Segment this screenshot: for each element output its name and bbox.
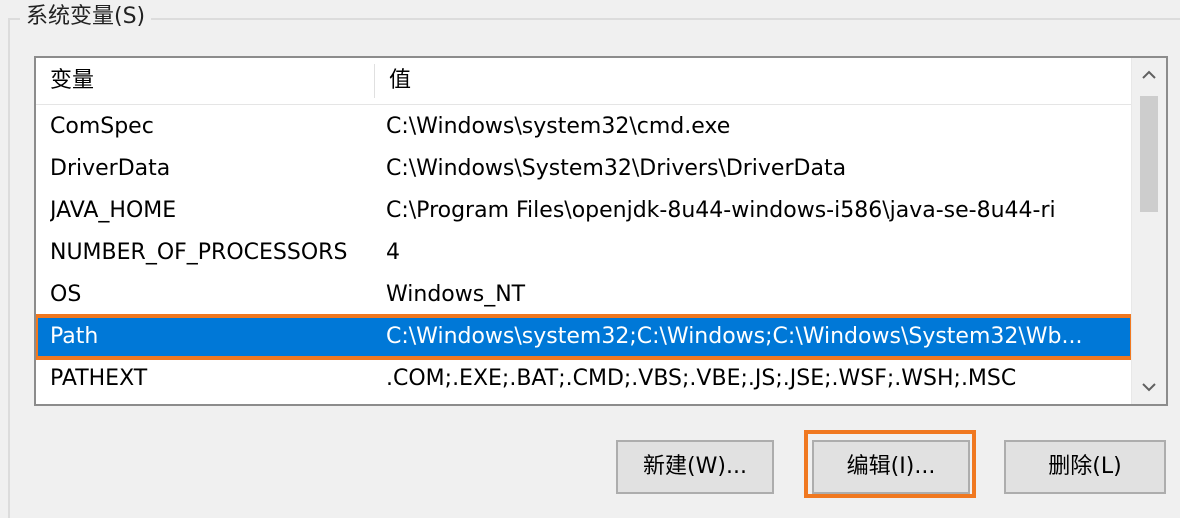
variable-value: .COM;.EXE;.BAT;.CMD;.VBS;.VBE;.JS;.JSE;.… bbox=[386, 366, 1017, 391]
variable-rows: ComSpec C:\Windows\system32\cmd.exe Driv… bbox=[36, 106, 1134, 400]
variables-listview[interactable]: 变量 值 ComSpec C:\Windows\system32\cmd.exe… bbox=[34, 56, 1168, 406]
variable-value: C:\Windows\System32\Drivers\DriverData bbox=[386, 156, 847, 181]
variable-name: JAVA_HOME bbox=[50, 198, 177, 223]
variable-value: C:\Windows\system32;C:\Windows;C:\Window… bbox=[386, 324, 1083, 349]
new-variable-button[interactable]: 新建(W)... bbox=[616, 440, 774, 494]
variable-name: DriverData bbox=[50, 156, 171, 181]
scroll-thumb[interactable] bbox=[1140, 96, 1158, 212]
table-row[interactable]: JAVA_HOME C:\Program Files\openjdk-8u44-… bbox=[36, 190, 1132, 232]
group-title: 系统变量(S) bbox=[20, 2, 152, 32]
chevron-down-icon bbox=[1142, 383, 1156, 392]
table-row[interactable]: OS Windows_NT bbox=[36, 274, 1132, 316]
vertical-scrollbar[interactable] bbox=[1131, 58, 1166, 404]
system-variables-panel: 系统变量(S) 变量 值 ComSpec C:\Windows\system32… bbox=[0, 0, 1180, 518]
variable-value: C:\Windows\system32\cmd.exe bbox=[386, 114, 731, 139]
variable-name: NUMBER_OF_PROCESSORS bbox=[50, 240, 348, 265]
variable-name: Path bbox=[50, 324, 99, 349]
edit-variable-button[interactable]: 编辑(I)... bbox=[812, 440, 970, 494]
column-header-variable[interactable]: 变量 bbox=[36, 58, 374, 104]
variable-name: ComSpec bbox=[50, 114, 154, 139]
table-row[interactable]: PATHEXT .COM;.EXE;.BAT;.CMD;.VBS;.VBE;.J… bbox=[36, 358, 1132, 400]
scroll-up-button[interactable] bbox=[1132, 58, 1166, 92]
variable-name: PATHEXT bbox=[50, 366, 148, 391]
delete-variable-button[interactable]: 删除(L) bbox=[1004, 440, 1166, 494]
variable-value: C:\Program Files\openjdk-8u44-windows-i5… bbox=[386, 198, 1056, 223]
variable-value: Windows_NT bbox=[386, 282, 526, 307]
table-row[interactable]: DriverData C:\Windows\System32\Drivers\D… bbox=[36, 148, 1132, 190]
list-header: 变量 值 bbox=[36, 58, 1132, 105]
chevron-up-icon bbox=[1142, 70, 1156, 79]
variable-value: 4 bbox=[386, 240, 400, 265]
scroll-down-button[interactable] bbox=[1132, 370, 1166, 404]
table-row-selected-path[interactable]: Path C:\Windows\system32;C:\Windows;C:\W… bbox=[36, 314, 1134, 360]
table-row[interactable]: NUMBER_OF_PROCESSORS 4 bbox=[36, 232, 1132, 274]
table-row[interactable]: ComSpec C:\Windows\system32\cmd.exe bbox=[36, 106, 1132, 148]
column-header-value[interactable]: 值 bbox=[375, 58, 1132, 104]
variable-name: OS bbox=[50, 282, 82, 307]
